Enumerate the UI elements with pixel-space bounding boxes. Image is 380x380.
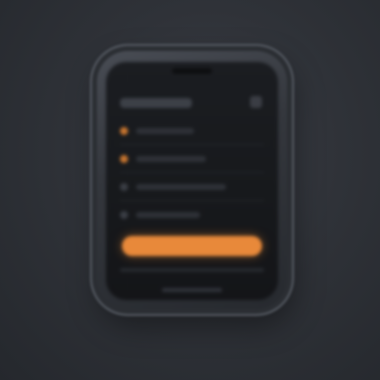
header-menu-icon[interactable] [250, 96, 262, 108]
list-item-text-placeholder [136, 184, 226, 190]
bullet-dot-icon [120, 183, 128, 191]
list-item-text-placeholder [136, 212, 200, 218]
orange-dot-icon [120, 127, 128, 135]
home-indicator [162, 288, 222, 292]
list-item[interactable] [120, 208, 264, 222]
list-item[interactable] [120, 124, 264, 138]
list-item-text-placeholder [136, 128, 194, 134]
divider [120, 200, 264, 201]
smartphone-device [90, 44, 294, 316]
notch [172, 68, 212, 74]
list-item-text-placeholder [136, 156, 206, 162]
orange-dot-icon [120, 155, 128, 163]
divider [120, 144, 264, 145]
list-item[interactable] [120, 152, 264, 166]
divider [120, 172, 264, 173]
footer-placeholder [120, 268, 264, 272]
primary-action-button[interactable] [122, 236, 262, 256]
list-item[interactable] [120, 180, 264, 194]
phone-screen [106, 62, 278, 300]
bullet-dot-icon [120, 211, 128, 219]
app-header-title-placeholder [120, 98, 192, 108]
blurred-background [0, 0, 380, 380]
